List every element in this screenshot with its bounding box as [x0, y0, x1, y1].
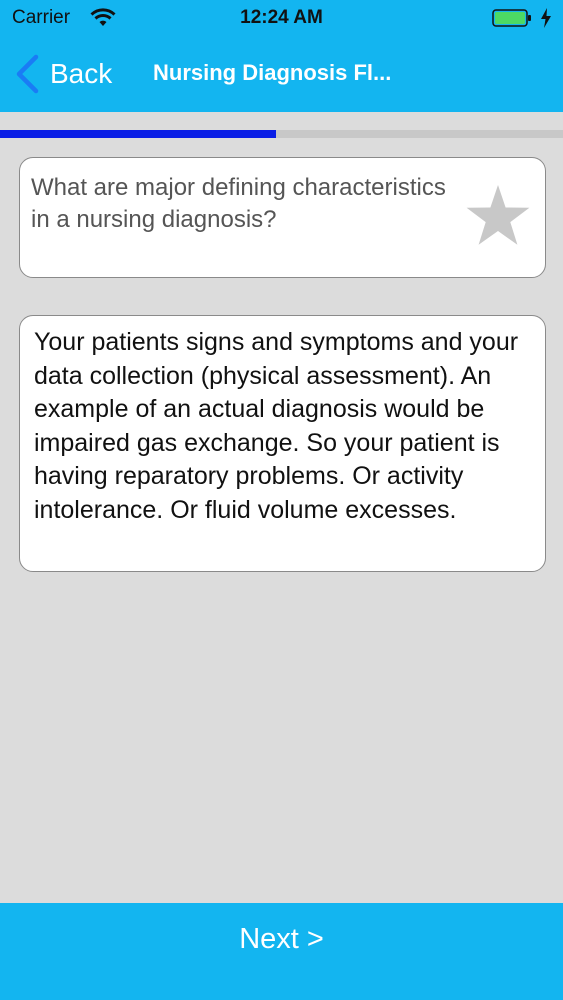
- header: Carrier 12:24 AM Back Nursing Diagnosis …: [0, 0, 563, 112]
- question-card: What are major defining characteristics …: [19, 157, 546, 278]
- progress-fill: [0, 130, 276, 138]
- question-text: What are major defining characteristics …: [31, 174, 446, 233]
- page-title: Nursing Diagnosis Fl...: [153, 60, 392, 85]
- footer-bar: Next >: [0, 903, 563, 1000]
- star-icon[interactable]: [465, 183, 531, 249]
- next-button[interactable]: Next >: [0, 903, 563, 976]
- answer-card: Your patients signs and symptoms and you…: [19, 315, 546, 572]
- battery-icon: [492, 9, 531, 27]
- back-label: Back: [50, 58, 113, 89]
- chevron-left-icon: [16, 54, 39, 94]
- back-button[interactable]: Back: [14, 52, 112, 96]
- clock-label: 12:24 AM: [240, 7, 323, 28]
- charging-bolt-icon: [541, 8, 551, 28]
- progress-bar: [0, 130, 563, 138]
- navigation-bar: Back Nursing Diagnosis Fl...: [0, 44, 563, 104]
- status-bar: Carrier 12:24 AM: [0, 0, 563, 36]
- answer-text: Your patients signs and symptoms and you…: [34, 328, 519, 524]
